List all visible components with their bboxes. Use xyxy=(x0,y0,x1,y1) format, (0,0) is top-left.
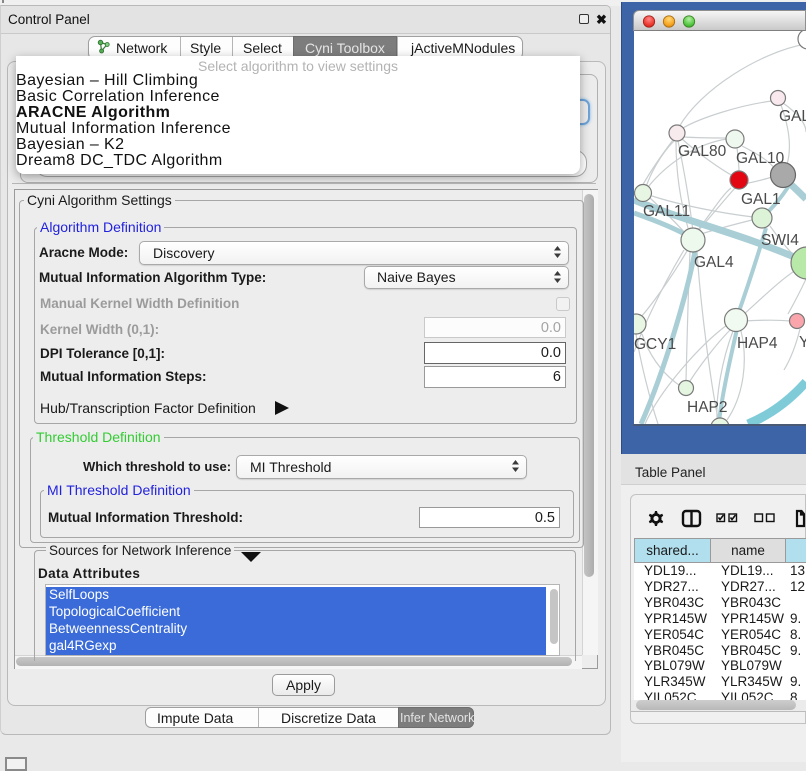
svg-text:SWI4: SWI4 xyxy=(761,232,799,249)
svg-text:GAL4: GAL4 xyxy=(694,254,734,271)
svg-text:GAL11: GAL11 xyxy=(643,203,690,220)
svg-text:GCY1: GCY1 xyxy=(634,336,676,353)
svg-text:HAP2: HAP2 xyxy=(687,399,728,416)
svg-text:GAL10: GAL10 xyxy=(736,150,785,167)
svg-text:GAL7: GAL7 xyxy=(779,108,806,125)
svg-text:Y: Y xyxy=(799,334,806,351)
svg-text:GAL80: GAL80 xyxy=(678,143,727,160)
svg-text:HAP4: HAP4 xyxy=(737,335,778,352)
svg-text:GAL1: GAL1 xyxy=(741,191,781,208)
